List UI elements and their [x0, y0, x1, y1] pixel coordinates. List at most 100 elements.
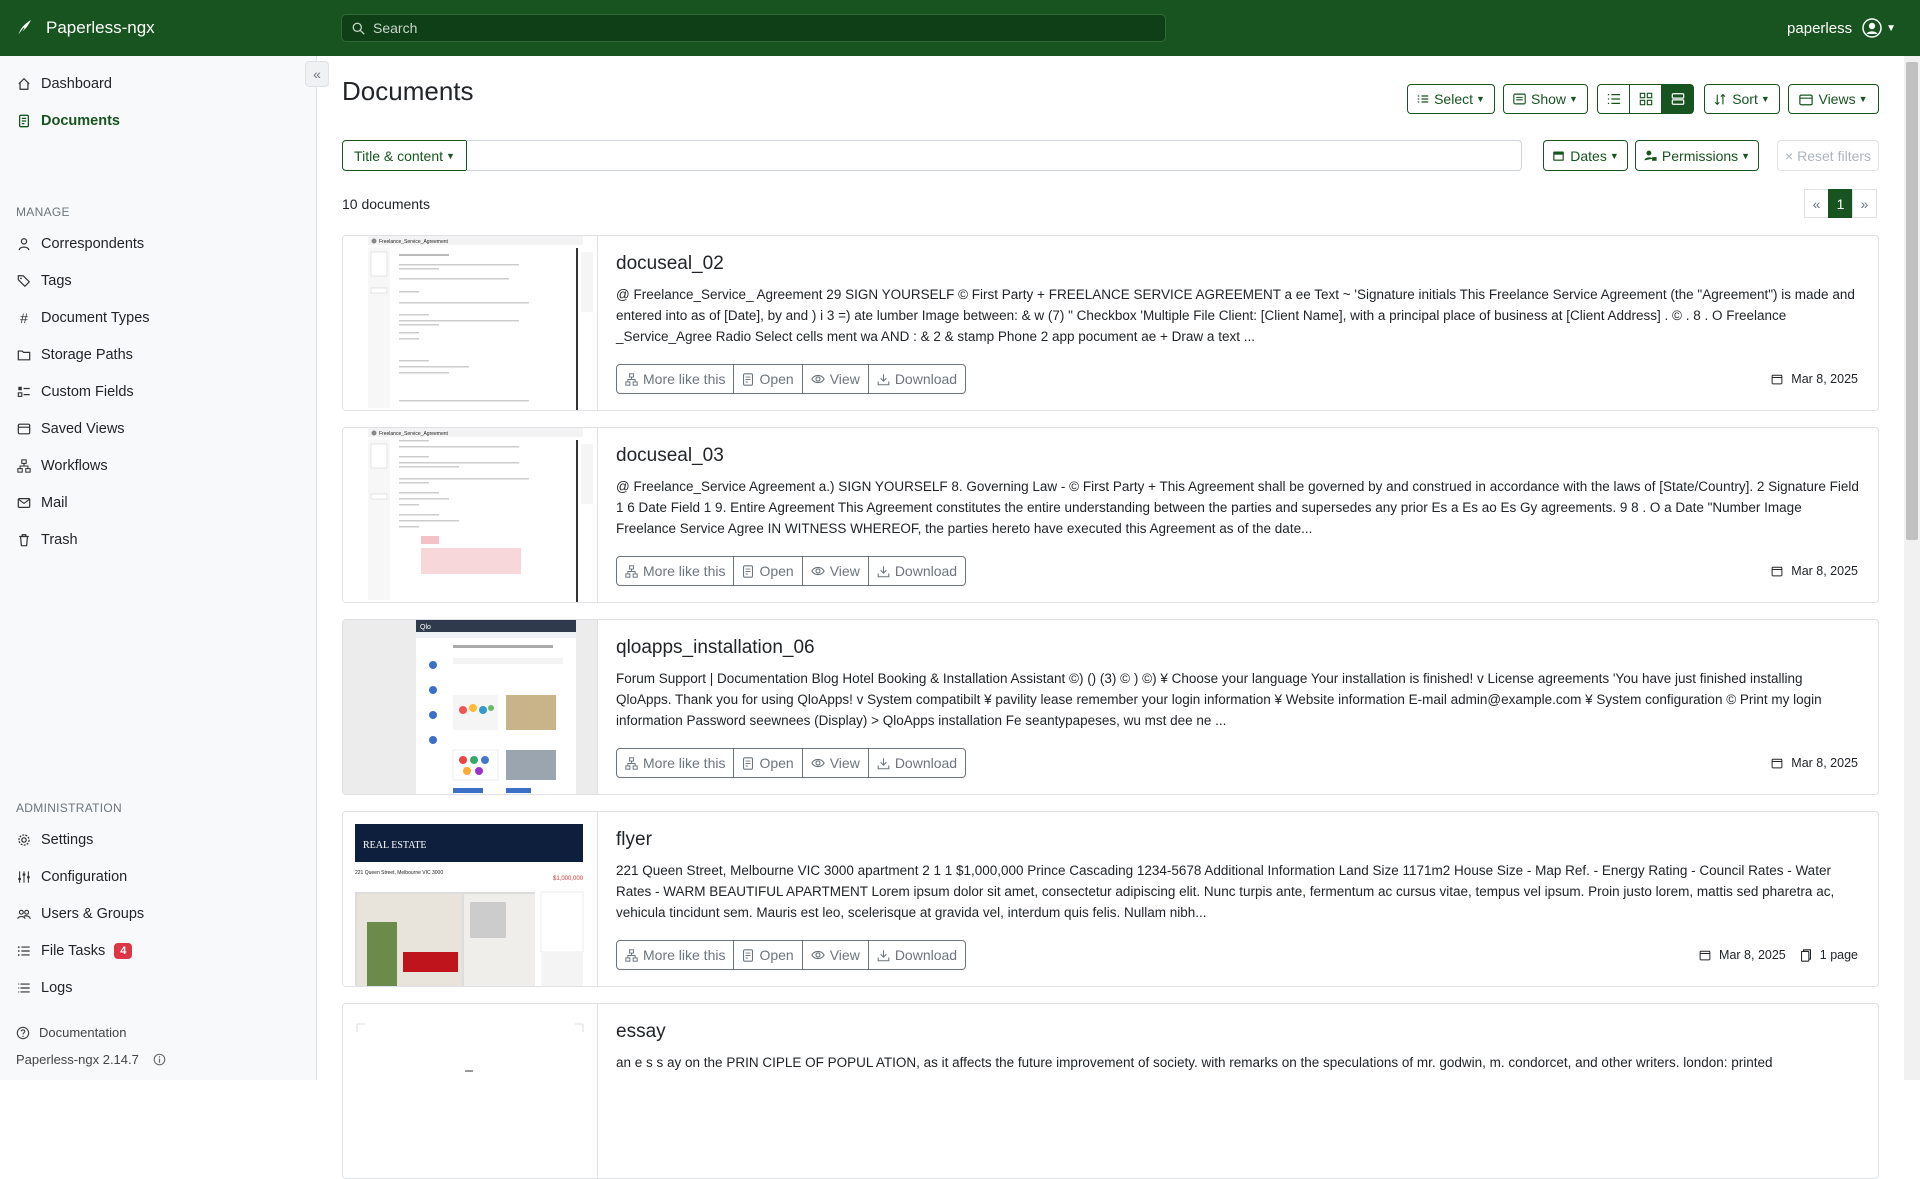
sidebar-item-documents[interactable]: Documents — [16, 113, 120, 129]
house-icon — [16, 76, 32, 92]
sidebar-item-storage-paths[interactable]: Storage Paths — [16, 347, 133, 363]
administration-section-label: ADMINISTRATION — [16, 801, 122, 815]
thumbnail-image: Qlo — [343, 620, 597, 794]
calendar-icon — [1771, 758, 1783, 769]
previous-page-button[interactable]: « — [1804, 189, 1829, 218]
download-button[interactable]: Download — [867, 556, 967, 586]
details-view-button[interactable] — [1597, 84, 1630, 114]
sidebar-item-tags[interactable]: Tags — [16, 273, 72, 289]
views-button[interactable]: Views ▼ — [1788, 84, 1879, 114]
view-button[interactable]: View — [801, 364, 869, 394]
open-button[interactable]: Open — [733, 364, 803, 394]
more-like-this-button[interactable]: More like this — [616, 556, 735, 586]
permissions-filter-button[interactable]: Permissions ▼ — [1635, 140, 1759, 171]
open-button[interactable]: Open — [733, 556, 803, 586]
button-label: Download — [894, 371, 958, 387]
show-button[interactable]: Show ▼ — [1503, 84, 1588, 114]
user-menu[interactable]: paperless ▼ — [1787, 0, 1896, 56]
file-tasks-count-badge: 4 — [114, 943, 133, 959]
sidebar-item-saved-views[interactable]: Saved Views — [16, 421, 125, 437]
document-title[interactable]: essay — [616, 1021, 666, 1043]
sidebar-item-document-types[interactable]: # Document Types — [16, 310, 149, 326]
next-page-button[interactable]: » — [1852, 189, 1877, 218]
eye-icon — [810, 374, 825, 384]
download-icon — [877, 757, 890, 769]
page-1-button[interactable]: 1 — [1828, 189, 1853, 218]
sidebar-item-logs[interactable]: Logs — [16, 980, 72, 996]
sidebar-item-trash[interactable]: Trash — [16, 532, 78, 548]
document-content-preview: @ Freelance_Service_ Agreement 29 SIGN Y… — [616, 287, 1855, 344]
diagram-icon — [625, 948, 638, 962]
document-title[interactable]: docuseal_03 — [616, 445, 724, 467]
sidebar-item-label: Settings — [41, 832, 94, 848]
thumbnail-image: REAL ESTATE 221 Queen Street, Melbourne … — [343, 812, 597, 986]
sidebar-item-label: Users & Groups — [41, 906, 145, 922]
sidebar-item-users-groups[interactable]: Users & Groups — [16, 906, 144, 922]
button-label: View — [829, 947, 860, 963]
download-icon — [877, 373, 890, 385]
document-thumbnail[interactable]: Freelance_Service_Agreement — [343, 428, 598, 602]
select-label: Select — [1434, 91, 1473, 107]
text-filter-field-label: Title & content — [354, 147, 444, 164]
info-circle-icon[interactable] — [153, 1053, 166, 1066]
sidebar-item-mail[interactable]: Mail — [16, 495, 68, 511]
people-icon — [16, 906, 32, 922]
document-actions: More like this Open View Download — [616, 940, 967, 970]
scrollbar-thumb[interactable] — [1906, 62, 1918, 540]
svg-text:Freelance_Service_Agreement: Freelance_Service_Agreement — [379, 431, 449, 437]
reset-filters-button[interactable]: × Reset filters — [1777, 140, 1879, 171]
download-button[interactable]: Download — [867, 364, 967, 394]
document-thumbnail[interactable]: REAL ESTATE 221 Queen Street, Melbourne … — [343, 812, 598, 986]
document-title[interactable]: flyer — [616, 829, 652, 851]
document-actions: More like this Open View Download — [616, 364, 967, 394]
small-cards-view-button[interactable] — [1629, 84, 1662, 114]
document-title[interactable]: docuseal_02 — [616, 253, 724, 275]
sidebar-item-configuration[interactable]: Configuration — [16, 869, 127, 885]
file-text-icon — [743, 372, 754, 386]
open-button[interactable]: Open — [733, 748, 803, 778]
documentation-link[interactable]: Documentation — [16, 1025, 126, 1040]
download-button[interactable]: Download — [867, 940, 967, 970]
download-button[interactable]: Download — [867, 748, 967, 778]
document-thumbnail[interactable]: Qlo — [343, 620, 598, 794]
sidebar-item-settings[interactable]: Settings — [16, 832, 93, 848]
open-button[interactable]: Open — [733, 940, 803, 970]
document-date: Mar 8, 2025 — [1791, 756, 1858, 770]
dates-filter-button[interactable]: Dates ▼ — [1543, 140, 1628, 171]
caret-down-icon: ▼ — [1741, 150, 1751, 161]
documentation-label: Documentation — [39, 1025, 127, 1040]
sidebar-item-file-tasks[interactable]: File Tasks 4 — [16, 943, 133, 959]
file-text-icon — [743, 564, 754, 578]
document-title[interactable]: qloapps_installation_06 — [616, 637, 815, 659]
document-thumbnail[interactable] — [343, 1004, 598, 1178]
sidebar-item-custom-fields[interactable]: Custom Fields — [16, 384, 134, 400]
thumbnail-image: Freelance_Service_Agreement — [343, 236, 597, 410]
document-date: Mar 8, 2025 — [1791, 564, 1858, 578]
button-label: Open — [759, 563, 794, 579]
view-button[interactable]: View — [801, 940, 869, 970]
list-task-icon — [16, 943, 32, 959]
trash-icon — [16, 532, 32, 548]
more-like-this-button[interactable]: More like this — [616, 364, 735, 394]
more-like-this-button[interactable]: More like this — [616, 940, 735, 970]
caret-down-icon: ▼ — [446, 150, 455, 161]
sidebar-item-workflows[interactable]: Workflows — [16, 458, 108, 474]
document-meta: Mar 8, 2025 — [1771, 756, 1858, 770]
search-input[interactable]: Search — [341, 14, 1166, 42]
sort-button[interactable]: Sort ▼ — [1704, 84, 1780, 114]
text-filter-input[interactable] — [466, 140, 1522, 171]
document-thumbnail[interactable]: Freelance_Service_Agreement — [343, 236, 598, 410]
more-like-this-button[interactable]: More like this — [616, 748, 735, 778]
manage-section-label: MANAGE — [16, 205, 70, 219]
caret-down-icon: ▼ — [1569, 94, 1578, 104]
thumbnail-image — [343, 1004, 597, 1178]
sidebar-item-correspondents[interactable]: Correspondents — [16, 236, 144, 252]
app-brand[interactable]: Paperless-ngx — [0, 18, 340, 38]
select-button[interactable]: Select ▼ — [1407, 84, 1495, 114]
large-cards-view-button[interactable] — [1661, 84, 1694, 114]
sidebar-item-dashboard[interactable]: Dashboard — [16, 76, 112, 92]
document-content-preview: Forum Support | Documentation Blog Hotel… — [616, 671, 1822, 728]
text-filter-field-select[interactable]: Title & content ▼ — [342, 140, 467, 171]
view-button[interactable]: View — [801, 556, 869, 586]
view-button[interactable]: View — [801, 748, 869, 778]
